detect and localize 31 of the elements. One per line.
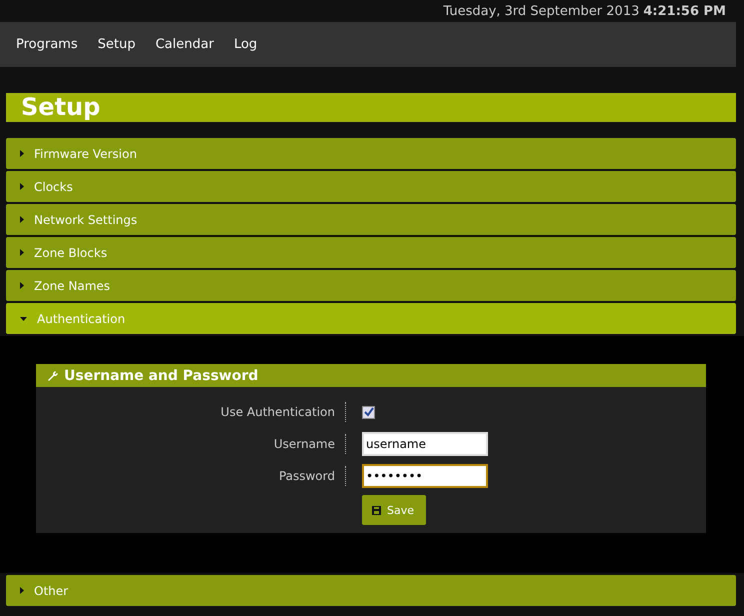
date-text: Tuesday, 3rd September 2013 — [443, 4, 640, 18]
accordion-header[interactable]: Network Settings — [6, 204, 736, 235]
caret-right-icon — [20, 183, 24, 190]
accordion-header[interactable]: Firmware Version — [6, 138, 736, 169]
input-field[interactable]: •••••••• — [362, 464, 488, 488]
field-label: Password — [278, 466, 346, 486]
nav-link[interactable]: Programs — [16, 37, 78, 52]
caret-right-icon — [20, 216, 24, 223]
time-text: 4:21:56 PM — [643, 4, 726, 18]
caret-right-icon — [20, 150, 24, 157]
caret-right-icon — [20, 587, 24, 594]
floppy-icon — [372, 506, 381, 514]
accordion-header[interactable]: Other — [6, 575, 736, 606]
caret-right-icon — [20, 282, 24, 289]
save-button[interactable]: Save — [362, 495, 426, 525]
field-label: Use Authentication — [220, 402, 346, 422]
field-label: Username — [274, 434, 346, 454]
checkbox[interactable] — [362, 406, 375, 418]
wrench-icon — [48, 370, 58, 380]
caret-right-icon — [20, 249, 24, 256]
input-field[interactable]: username — [362, 432, 488, 456]
nav-link[interactable]: Log — [234, 37, 258, 52]
accordion-header[interactable]: Authentication — [6, 303, 736, 334]
panel-title: Username and Password — [64, 368, 258, 384]
accordion-header[interactable]: Zone Blocks — [6, 237, 736, 268]
page-title: Setup — [6, 93, 736, 122]
accordion-header[interactable]: Zone Names — [6, 270, 736, 301]
nav-link[interactable]: Setup — [98, 37, 136, 52]
caret-down-icon — [20, 316, 27, 320]
nav-link[interactable]: Calendar — [155, 37, 214, 52]
accordion-header[interactable]: Clocks — [6, 171, 736, 202]
